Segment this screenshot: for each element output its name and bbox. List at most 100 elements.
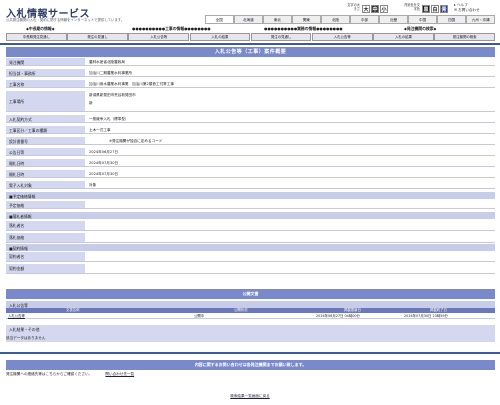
detail-row: 担当部・事務所 加治川二期農業水利事業所 <box>6 69 495 77</box>
help-link-label: ヘルプ <box>456 3 468 7</box>
detail-label: 契約者名 <box>6 252 85 261</box>
bg-color-label: 背景色を文字色 <box>404 3 420 11</box>
footer-divider <box>0 352 500 354</box>
nav-services-outlook[interactable]: 発注の見通し <box>250 33 312 41</box>
detail-label: 開札日時 <box>6 170 85 177</box>
font-size-medium-button[interactable]: 中 <box>371 5 379 13</box>
contact-link-label: お問い合わせ <box>458 8 480 12</box>
detail-value: 加治川用水農業水利事業 加治川第2頭首工付帯工事 <box>89 82 174 86</box>
detail-label: 工事区分／工事の種類 <box>6 126 85 133</box>
detail-value: 対象 <box>89 183 97 187</box>
detail-row: 開札日時 2024年07月30日 <box>6 159 495 167</box>
detail-row: 工事場所 新潟県新発田市荒谷新発田市 新 <box>6 91 495 112</box>
detail-label: 工事名称 <box>6 80 85 87</box>
cat-title-midlong: ◆中長期の情報◆ <box>26 26 55 31</box>
detail-label: 発注機関 <box>6 58 85 65</box>
related-docs-subtitle: 入札公告等 <box>6 301 495 308</box>
related-doc-link[interactable]: 入札公告等 <box>8 313 25 319</box>
detail-value: 農林水産省北陸農政局 <box>89 60 125 64</box>
detail-row: 公告日等 2024年06月27日 <box>6 148 495 156</box>
inquiry-row: 発注機関への連絡先等はこちらからご確認ください。 問い合わせ先一覧 <box>6 372 134 377</box>
detail-row: 落札者名 <box>6 221 495 231</box>
nav-midlong-outlook[interactable]: 中長期発注見通し <box>6 33 67 41</box>
region-tab-kinki[interactable]: 近畿 <box>379 15 408 24</box>
region-tabs: 全国 北海道 東北 関東 北陸 中部 近畿 中国 四国 九州・沖縄 <box>205 15 495 24</box>
site-header: 入札情報サービス 公共発注機関の入札・契約に関する情報をインターネットで提供して… <box>0 0 500 41</box>
font-size-large-button[interactable]: 大 <box>362 5 370 13</box>
detail-row: 契約金額 <box>6 264 495 274</box>
region-tab-kyushu[interactable]: 九州・沖縄 <box>466 15 495 24</box>
related-docs-header: 公開文書 <box>6 289 495 299</box>
detail-value: 加治川二期農業水利事業所 <box>89 71 133 75</box>
nav-services-results[interactable]: 入札の結果 <box>373 33 434 41</box>
detail-label: 公告日等 <box>6 148 85 155</box>
font-size-small-button[interactable]: 小 <box>380 5 388 13</box>
nav-construction-notices[interactable]: 入札公告等 <box>128 33 190 41</box>
detail-label: 契約金額 <box>6 264 85 273</box>
region-tab-shikoku[interactable]: 四国 <box>437 15 466 24</box>
bg-white-button[interactable]: 白 <box>431 5 439 13</box>
bg-blue-button[interactable]: 青 <box>440 5 448 13</box>
region-tab-chugoku[interactable]: 中国 <box>408 15 437 24</box>
region-tab-kanto[interactable]: 関東 <box>292 15 321 24</box>
inquiry-text: 発注機関への連絡先等はこちらからご確認ください。 <box>6 372 93 376</box>
contract-section-title: ■契約情報 <box>6 244 495 251</box>
cat-title-agency: ◆発注機関の検索◆ <box>404 26 437 31</box>
detail-row: 開札日時 2024年07月30日 <box>6 170 495 178</box>
winner-section-title: ■落札者情報 <box>6 212 495 219</box>
detail-label: 工事場所 <box>6 91 85 111</box>
detail-value: 2024年06月27日 <box>89 150 119 154</box>
detail-row: 落札価格 <box>6 233 495 243</box>
detail-row: 電子入札対象 対象 <box>6 181 495 189</box>
category-buttons: 中長期発注見通し 発注の見通し 入札公告等 入札の結果 発注の見通し 入札公告等… <box>6 33 495 41</box>
detail-label: 電子入札対象 <box>6 181 85 188</box>
no-data-message: 該当データはありません <box>6 336 46 340</box>
back-to-results-link[interactable]: 検索結果一覧画面に戻る <box>0 394 500 399</box>
font-size-label: 文字の大きさ <box>347 3 360 11</box>
site-tagline: 公共発注機関の入札・契約に関する情報をインターネットで提供しています。 <box>6 18 125 22</box>
related-doc-updated: 2024年06月27日 04時00分 <box>316 314 360 318</box>
nav-construction-results[interactable]: 入札の結果 <box>189 33 251 41</box>
related-doc-end: 2024年07月30日 23時59分 <box>404 314 448 318</box>
region-tab-tohoku[interactable]: 東北 <box>263 15 292 24</box>
category-nav: ◆中長期の情報◆ ●●●●●●●●●●工事の情報●●●●●●●● ●●●●●●●… <box>6 26 495 41</box>
detail-label: 担当部・事務所 <box>6 69 85 76</box>
bg-black-button[interactable]: 黒 <box>422 5 430 13</box>
detail-row: 工事区分／工事の種類 土木一式工事 <box>6 126 495 134</box>
detail-label: 予定価格 <box>6 201 85 208</box>
detail-value-line2: 新 <box>89 101 93 105</box>
detail-label: 開札日時 <box>6 159 85 166</box>
related-doc-status: 公開中 <box>194 314 205 318</box>
cat-title-services: ●●●●●●●●●●業務の情報●●●●●●●● <box>264 26 343 31</box>
header-divider <box>0 43 500 45</box>
nav-construction-outlook[interactable]: 発注の見通し <box>67 33 128 41</box>
cat-title-construction: ●●●●●●●●●●工事の情報●●●●●●●● <box>132 26 211 31</box>
detail-label: 設計書番号 <box>6 137 85 144</box>
detail-value: 一般競争入札（標準型） <box>89 117 129 121</box>
other-results-title: 入札結果・その他 <box>6 325 495 342</box>
detail-row: 工事名称 加治川用水農業水利事業 加治川第2頭首工付帯工事 <box>6 80 495 88</box>
estimate-section-title: ■予定価格情報 <box>6 192 495 199</box>
detail-value: 2024年07月30日 <box>89 172 119 176</box>
detail-value: 新潟県新発田市荒谷新発田市 <box>89 93 136 97</box>
detail-row: 契約者名 <box>6 252 495 262</box>
header-links: ▸ ヘルプ ✉ お問い合わせ <box>454 3 480 13</box>
detail-label: 落札価格 <box>6 233 85 242</box>
nav-agency-search[interactable]: 発注機関の検索 <box>434 33 495 41</box>
detail-label: 落札者名 <box>6 221 85 230</box>
detail-value: 土木一式工事 <box>89 128 111 132</box>
inquiry-contacts-link[interactable]: 問い合わせ先一覧 <box>105 372 134 376</box>
nav-services-notices[interactable]: 入札公告等 <box>311 33 373 41</box>
region-tab-zenkoku[interactable]: 全国 <box>205 15 234 24</box>
detail-row: 予定価格 <box>6 201 495 209</box>
related-doc-row: 入札公告等 公開中 2024年06月27日 04時00分 2024年07月30日… <box>6 313 495 319</box>
detail-row: 発注機関 農林水産省北陸農政局 <box>6 58 495 66</box>
detail-label: 入札契約方式 <box>6 115 85 122</box>
detail-value: ※発注機関が独自に定めるコード <box>109 139 163 143</box>
detail-row: 入札契約方式 一般競争入札（標準型） <box>6 115 495 123</box>
detail-row: 設計書番号 ※発注機関が独自に定めるコード <box>6 137 495 145</box>
region-tab-hokuriku[interactable]: 北陸 <box>321 15 350 24</box>
region-tab-hokkaido[interactable]: 北海道 <box>234 15 263 24</box>
region-tab-chubu[interactable]: 中部 <box>350 15 379 24</box>
contact-link[interactable]: ✉ お問い合わせ <box>454 8 480 13</box>
